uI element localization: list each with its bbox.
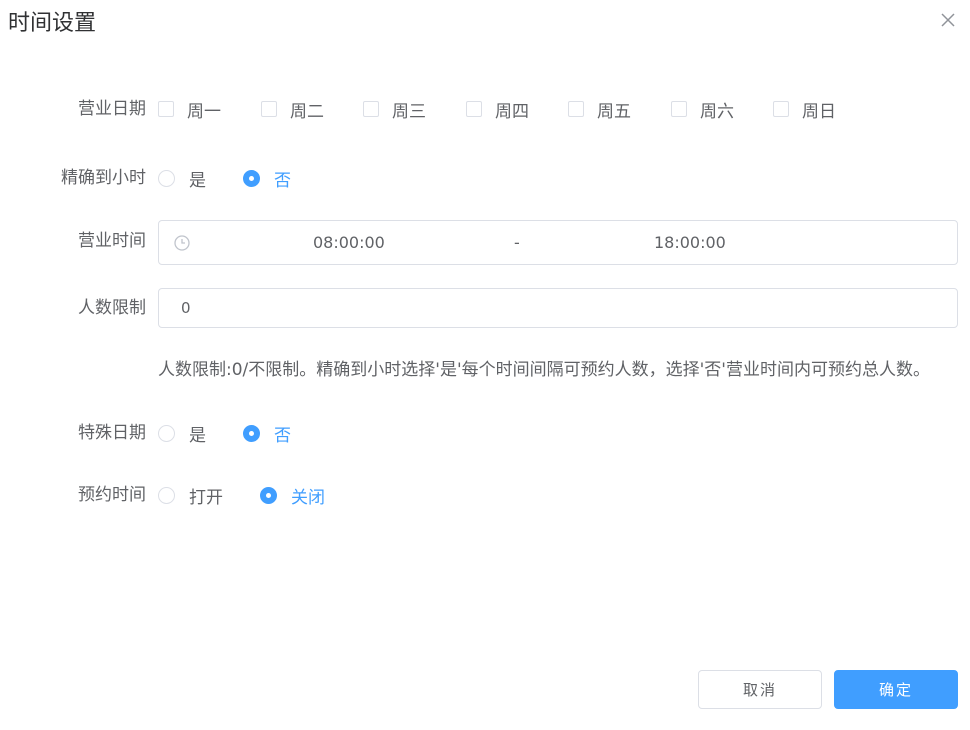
business-days-label: 营业日期	[78, 99, 146, 119]
checkbox-box[interactable]	[568, 101, 584, 117]
precise-hour-label: 精确到小时	[61, 168, 146, 188]
checkbox-box[interactable]	[261, 101, 277, 117]
checkbox-box[interactable]	[158, 101, 174, 117]
checkbox-thursday[interactable]: 周四	[466, 97, 529, 122]
checkbox-label: 周三	[392, 101, 426, 122]
checkbox-box[interactable]	[363, 101, 379, 117]
dialog-title: 时间设置	[8, 11, 97, 36]
checkbox-sunday[interactable]: 周日	[773, 97, 836, 122]
checkbox-label: 周五	[597, 101, 631, 122]
radio-special-yes[interactable]: 是	[158, 421, 206, 446]
time-range-picker[interactable]: 08:00:00 - 18:00:00	[158, 220, 958, 265]
checkbox-label: 周一	[187, 101, 221, 122]
checkbox-box[interactable]	[773, 101, 789, 117]
booking-time-label: 预约时间	[78, 485, 146, 505]
checkbox-tuesday[interactable]: 周二	[261, 97, 324, 122]
radio-circle[interactable]	[158, 169, 175, 187]
cancel-button[interactable]: 取消	[698, 670, 822, 709]
radio-label: 是	[189, 170, 206, 191]
end-time-input[interactable]: 18:00:00	[654, 232, 726, 254]
checkbox-box[interactable]	[466, 101, 482, 117]
radio-circle-checked[interactable]	[260, 486, 277, 504]
checkbox-label: 周二	[290, 101, 324, 122]
people-limit-label: 人数限制	[78, 298, 146, 318]
radio-booking-close[interactable]: 关闭	[260, 483, 325, 508]
checkbox-monday[interactable]: 周一	[158, 97, 221, 122]
start-time-input[interactable]: 08:00:00	[313, 232, 385, 254]
confirm-button[interactable]: 确定	[834, 670, 958, 709]
people-limit-hint: 人数限制:0/不限制。精确到小时选择'是'每个时间间隔可预约人数，选择'否'营业…	[158, 360, 930, 380]
radio-booking-open[interactable]: 打开	[158, 483, 223, 508]
radio-label: 关闭	[291, 487, 325, 508]
radio-label: 打开	[189, 487, 223, 508]
radio-label: 否	[274, 425, 291, 446]
checkbox-label: 周六	[700, 101, 734, 122]
checkbox-box[interactable]	[671, 101, 687, 117]
time-settings-dialog: 时间设置 营业日期 周一 周二 周三 周四 周五 周六 周日 精确到小时 是 否…	[0, 0, 970, 730]
business-hours-label: 营业时间	[78, 231, 146, 251]
radio-label: 否	[274, 170, 291, 191]
radio-circle-checked[interactable]	[243, 424, 260, 442]
radio-circle-checked[interactable]	[243, 169, 260, 187]
radio-circle[interactable]	[158, 424, 175, 442]
close-icon[interactable]	[936, 8, 960, 32]
range-separator: -	[514, 233, 520, 252]
checkbox-saturday[interactable]: 周六	[671, 97, 734, 122]
radio-label: 是	[189, 425, 206, 446]
checkbox-label: 周四	[495, 101, 529, 122]
radio-special-no[interactable]: 否	[243, 421, 291, 446]
checkbox-friday[interactable]: 周五	[568, 97, 631, 122]
checkbox-label: 周日	[802, 101, 836, 122]
special-date-label: 特殊日期	[78, 423, 146, 443]
checkbox-wednesday[interactable]: 周三	[363, 97, 426, 122]
radio-circle[interactable]	[158, 486, 175, 504]
clock-icon	[173, 234, 191, 252]
radio-precise-no[interactable]: 否	[243, 166, 291, 191]
radio-precise-yes[interactable]: 是	[158, 166, 206, 191]
people-limit-input[interactable]: 0	[158, 288, 958, 328]
